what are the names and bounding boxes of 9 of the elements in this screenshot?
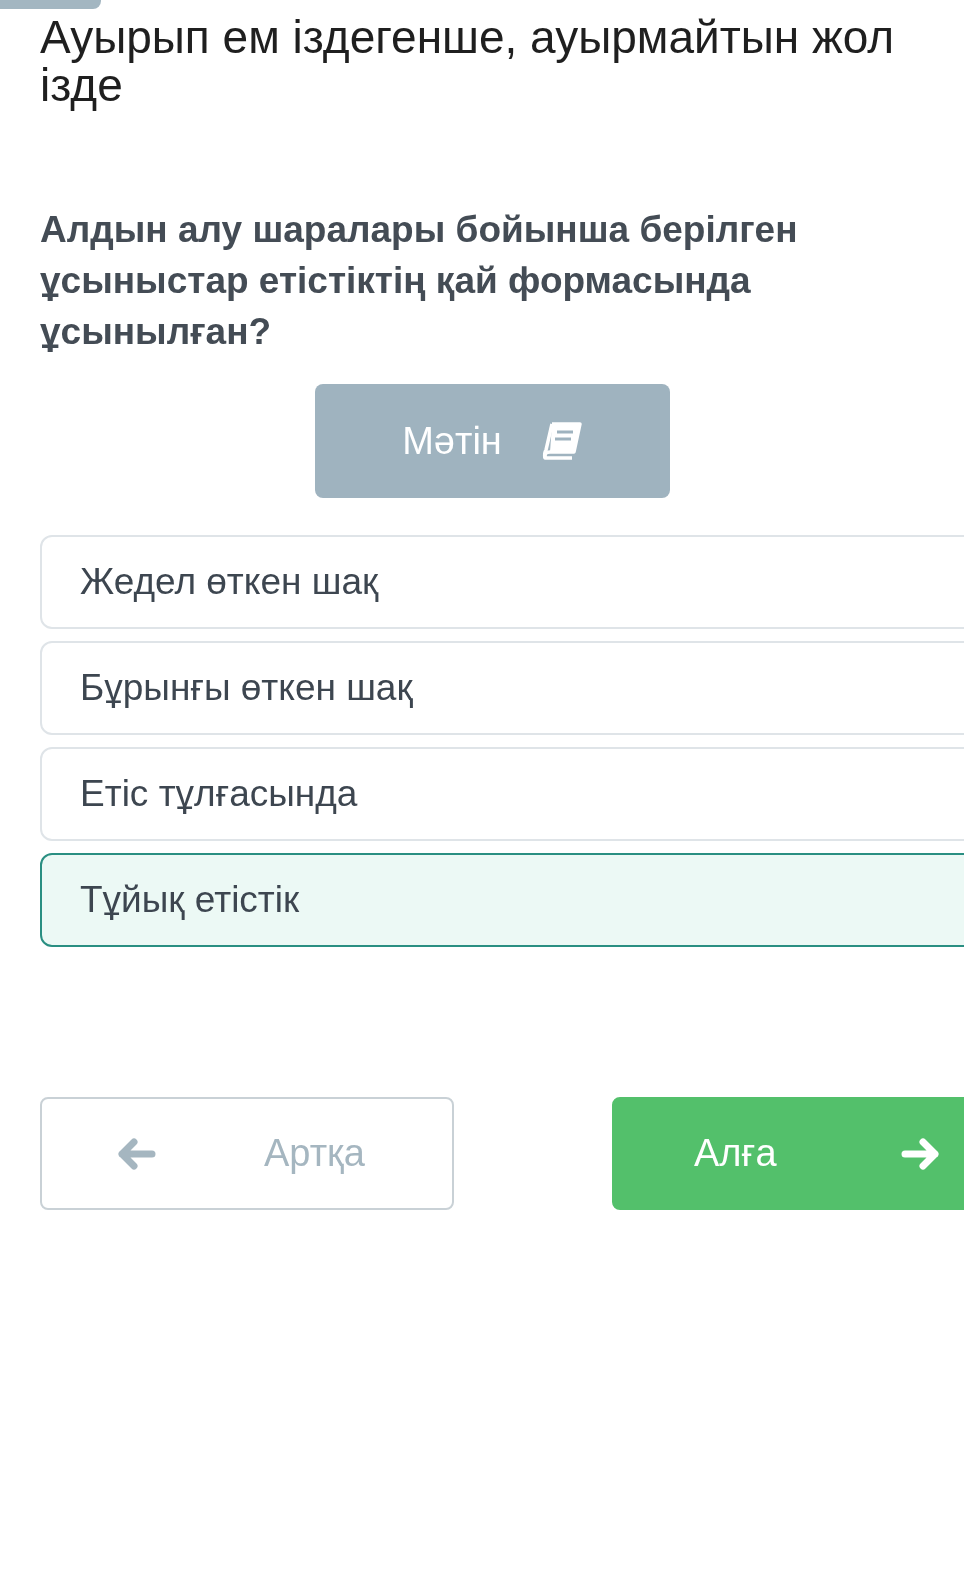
answer-option[interactable]: Етіс тұлғасында xyxy=(40,747,964,841)
answer-option[interactable]: Бұрынғы өткен шақ xyxy=(40,641,964,735)
answer-option[interactable]: Жедел өткен шақ xyxy=(40,535,964,629)
left-arrow-icon xyxy=(118,1135,156,1172)
right-arrow-icon xyxy=(900,1135,939,1172)
question-text: Алдын алу шаралары бойынша берілген ұсыныстар етістіктің қай формасында ұсынылған? xyxy=(40,208,799,354)
page-title: Ауырып ем іздегенше, ауырмайтын жол ізде xyxy=(40,13,896,109)
book-icon xyxy=(541,422,582,460)
answer-option[interactable]: Тұйық етістік xyxy=(40,853,964,947)
